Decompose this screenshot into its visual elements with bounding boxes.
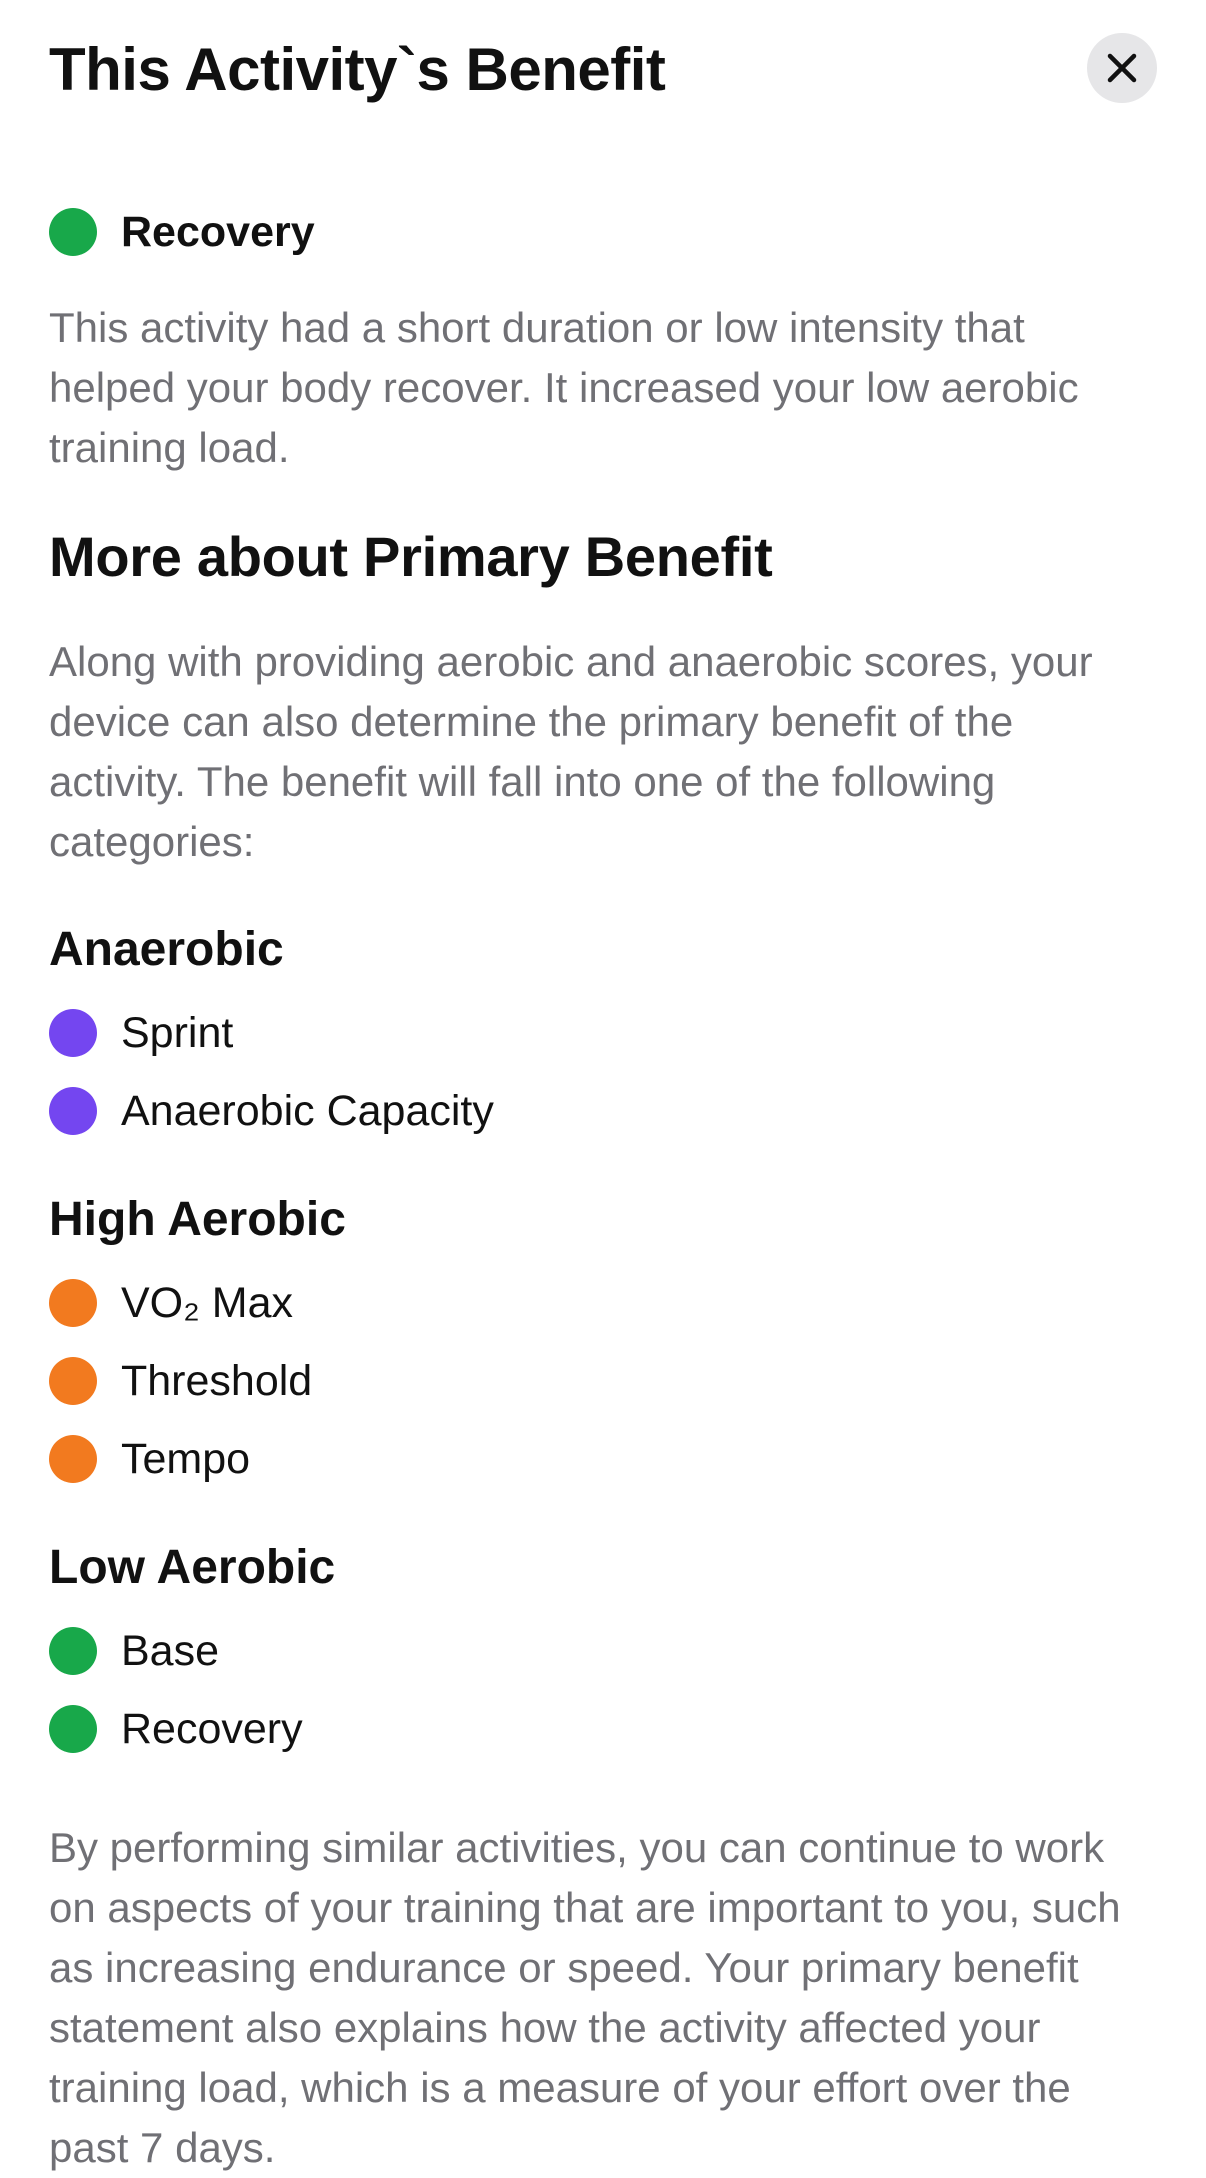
benefit-item-vo2-max: VO₂ Max [49,1264,1157,1342]
category-title: High Aerobic [49,1193,346,1246]
category-anaerobic: Anaerobic Sprint Anaerobic Capacity [49,920,1157,1150]
category-items: Sprint Anaerobic Capacity [49,994,1157,1150]
activity-benefit-sheet: This Activity`s Benefit Recovery This ac… [0,0,1206,2171]
category-list: Anaerobic Sprint Anaerobic Capacity High… [49,920,1157,1768]
benefit-item-label: Threshold [121,1356,313,1405]
benefit-item-label: VO₂ Max [121,1278,293,1327]
benefit-dot [49,1357,97,1405]
footer-description: By performing similar activities, you ca… [49,1824,1121,2171]
category-high-aerobic: High Aerobic VO₂ Max Threshold Tempo [49,1190,1157,1498]
benefit-dot [49,1627,97,1675]
primary-benefit-intro: Along with providing aerobic and anaerob… [49,638,1093,865]
benefit-dot [49,1009,97,1057]
benefit-item-threshold: Threshold [49,1342,1157,1420]
benefit-dot [49,1435,97,1483]
current-benefit-description: This activity had a short duration or lo… [49,304,1079,471]
benefit-item-label: Base [121,1626,220,1675]
benefit-item-base: Base [49,1612,1157,1690]
benefit-item-label: Anaerobic Capacity [121,1086,494,1135]
sheet-header: This Activity`s Benefit [49,0,1157,140]
category-title: Low Aerobic [49,1541,336,1594]
benefit-dot [49,1087,97,1135]
benefit-item-sprint: Sprint [49,994,1157,1072]
benefit-item-recovery: Recovery [49,1690,1157,1768]
benefit-dot [49,1279,97,1327]
current-benefit-row: Recovery [49,202,1157,262]
benefit-item-label: Sprint [121,1008,234,1057]
category-items: VO₂ Max Threshold Tempo [49,1264,1157,1498]
benefit-item-anaerobic-capacity: Anaerobic Capacity [49,1072,1157,1150]
benefit-item-label: Recovery [121,1704,303,1753]
benefit-item-tempo: Tempo [49,1420,1157,1498]
category-title: Anaerobic [49,923,284,976]
benefit-item-label: Tempo [121,1434,251,1483]
page-title: This Activity`s Benefit [49,36,666,103]
close-icon [1107,53,1137,83]
current-benefit-dot [49,208,97,256]
category-low-aerobic: Low Aerobic Base Recovery [49,1538,1157,1768]
current-benefit-label: Recovery [121,207,315,256]
primary-benefit-heading: More about Primary Benefit [49,525,773,588]
category-items: Base Recovery [49,1612,1157,1768]
close-button[interactable] [1087,33,1157,103]
benefit-dot [49,1705,97,1753]
